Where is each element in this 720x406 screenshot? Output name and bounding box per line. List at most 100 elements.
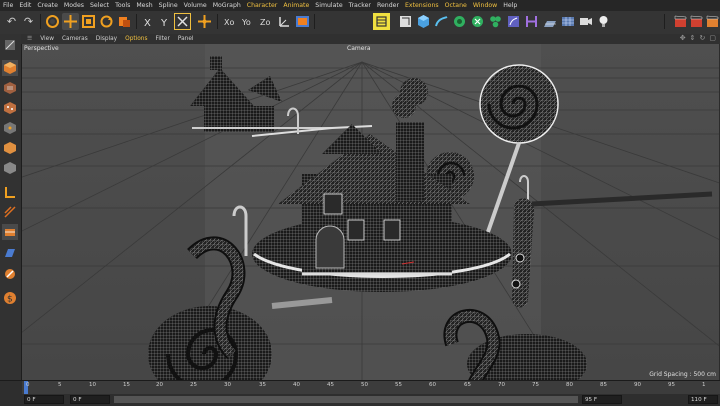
move-tool-icon[interactable] <box>62 13 79 30</box>
menu-file[interactable]: File <box>0 2 16 9</box>
workplane-mode-icon[interactable] <box>2 100 18 116</box>
render-view-icon[interactable] <box>294 13 311 30</box>
menu-select[interactable]: Select <box>87 2 112 9</box>
render-region-icon[interactable]: Xo <box>222 13 239 30</box>
tweak-mode-icon[interactable] <box>2 204 18 220</box>
timeline-tick: 35 <box>259 382 266 388</box>
live-selection-icon[interactable] <box>44 13 61 30</box>
viewport-menu-panel[interactable]: Panel <box>174 36 198 42</box>
cloner-icon[interactable] <box>487 13 504 30</box>
timeline-tick: 70 <box>498 382 505 388</box>
viewport-rotate-icon[interactable]: ↻ <box>700 34 706 42</box>
viewport-move-icon[interactable]: ✥ <box>680 34 686 42</box>
main-menubar: File Edit Create Modes Select Tools Mesh… <box>0 0 720 11</box>
viewport-zoom-icon[interactable]: ⇕ <box>690 34 696 42</box>
redo-icon[interactable]: ↷ <box>20 13 37 30</box>
timeline-fields: 0 F 0 F 95 F 110 F <box>0 395 720 405</box>
3d-viewport[interactable]: Perspective Camera Grid Spacing : 500 cm <box>22 44 719 380</box>
axis-x-icon[interactable]: X <box>140 13 157 30</box>
menu-character[interactable]: Character <box>244 2 281 9</box>
workplane-icon[interactable] <box>2 244 18 260</box>
menu-simulate[interactable]: Simulate <box>312 2 345 9</box>
menu-tools[interactable]: Tools <box>112 2 133 9</box>
coordinate-system-icon[interactable] <box>276 13 293 30</box>
menu-window[interactable]: Window <box>470 2 500 9</box>
viewport-view-label: Perspective <box>24 45 59 52</box>
render-queue-icon[interactable] <box>704 13 720 30</box>
menu-create[interactable]: Create <box>34 2 61 9</box>
sculpt-icon[interactable] <box>2 266 18 282</box>
twist-deformer-icon[interactable] <box>523 13 540 30</box>
undo-icon[interactable]: ↶ <box>3 13 20 30</box>
left-tool-palette: $ <box>0 34 22 380</box>
menu-animate[interactable]: Animate <box>280 2 312 9</box>
render-active-view-icon[interactable]: Yo <box>240 13 257 30</box>
viewport-menu-cameras[interactable]: Cameras <box>58 36 92 42</box>
menu-modes[interactable]: Modes <box>61 2 87 9</box>
timeline-tick: 10 <box>89 382 96 388</box>
viewport-menubar: ☰ View Cameras Display Options Filter Pa… <box>21 34 720 44</box>
render-to-picture-viewer-icon[interactable] <box>688 13 705 30</box>
make-editable-icon[interactable] <box>2 37 18 53</box>
recent-tools-icon[interactable] <box>116 13 133 30</box>
timeline-tick: 5 <box>58 382 62 388</box>
timeline-tick: 95 <box>668 382 675 388</box>
edges-mode-icon[interactable] <box>2 140 18 156</box>
camera-icon[interactable] <box>577 13 594 30</box>
start-frame-field[interactable]: 0 F <box>70 395 110 404</box>
toolbar-divider <box>314 14 315 29</box>
viewport-menu-options[interactable]: Options <box>121 36 151 42</box>
light-icon[interactable] <box>595 13 612 30</box>
rotate-tool-icon[interactable] <box>98 13 115 30</box>
scale-tool-icon[interactable] <box>80 13 97 30</box>
menu-edit[interactable]: Edit <box>16 2 34 9</box>
menu-spline[interactable]: Spline <box>156 2 181 9</box>
menu-extensions[interactable]: Extensions <box>402 2 442 9</box>
timeline-tick: 55 <box>395 382 402 388</box>
timeline-tick: 45 <box>327 382 334 388</box>
snap-icon[interactable] <box>2 224 18 240</box>
animation-clapper-icon[interactable] <box>672 13 689 30</box>
render-settings-icon[interactable]: Zo <box>258 13 275 30</box>
menu-help[interactable]: Help <box>500 2 520 9</box>
bend-deformer-icon[interactable] <box>505 13 522 30</box>
cube-object-icon[interactable] <box>415 13 432 30</box>
menu-mesh[interactable]: Mesh <box>133 2 155 9</box>
polygons-mode-icon[interactable] <box>2 160 18 176</box>
edit-render-settings-icon[interactable] <box>373 13 390 30</box>
axis-mode-icon[interactable] <box>2 184 18 200</box>
floor-icon[interactable] <box>541 13 558 30</box>
array-generator-icon[interactable] <box>469 13 486 30</box>
timeline-ruler[interactable]: 0 5 10 15 20 25 30 35 40 45 50 55 60 65 … <box>22 381 720 394</box>
world-coordinates-icon[interactable] <box>196 13 213 30</box>
subdivision-surface-icon[interactable] <box>451 13 468 30</box>
pen-spline-icon[interactable] <box>433 13 450 30</box>
menu-volume[interactable]: Volume <box>181 2 210 9</box>
viewport-layout-icon[interactable]: ☰ <box>21 36 36 42</box>
points-mode-icon[interactable] <box>2 120 18 136</box>
timeline-tick: 65 <box>464 382 471 388</box>
menu-render[interactable]: Render <box>374 2 402 9</box>
grid-environment-icon[interactable] <box>559 13 576 30</box>
max-frame-field[interactable]: 110 F <box>688 395 718 404</box>
end-frame-field[interactable]: 95 F <box>582 395 622 404</box>
texture-mode-icon[interactable] <box>2 80 18 96</box>
viewport-menu-view[interactable]: View <box>36 36 58 42</box>
toolbar-divider <box>217 14 218 29</box>
viewport-menu-filter[interactable]: Filter <box>152 36 174 42</box>
viewport-maximize-icon[interactable]: ▢ <box>709 34 716 42</box>
svg-text:X: X <box>144 18 151 29</box>
axis-z-icon[interactable] <box>174 13 191 30</box>
timeline-tick: 0 <box>26 382 30 388</box>
svg-text:Zo: Zo <box>260 18 270 27</box>
octane-icon[interactable]: $ <box>2 290 18 306</box>
menu-tracker[interactable]: Tracker <box>346 2 374 9</box>
axis-y-icon[interactable]: Y <box>157 13 174 30</box>
menu-octane[interactable]: Octane <box>442 2 470 9</box>
current-frame-field[interactable]: 0 F <box>24 395 64 404</box>
viewport-menu-display[interactable]: Display <box>92 36 121 42</box>
octane-live-viewer-icon[interactable] <box>397 13 414 30</box>
frame-range-slider[interactable] <box>114 396 578 403</box>
menu-mograph[interactable]: MoGraph <box>210 2 244 9</box>
model-mode-icon[interactable] <box>2 60 18 76</box>
